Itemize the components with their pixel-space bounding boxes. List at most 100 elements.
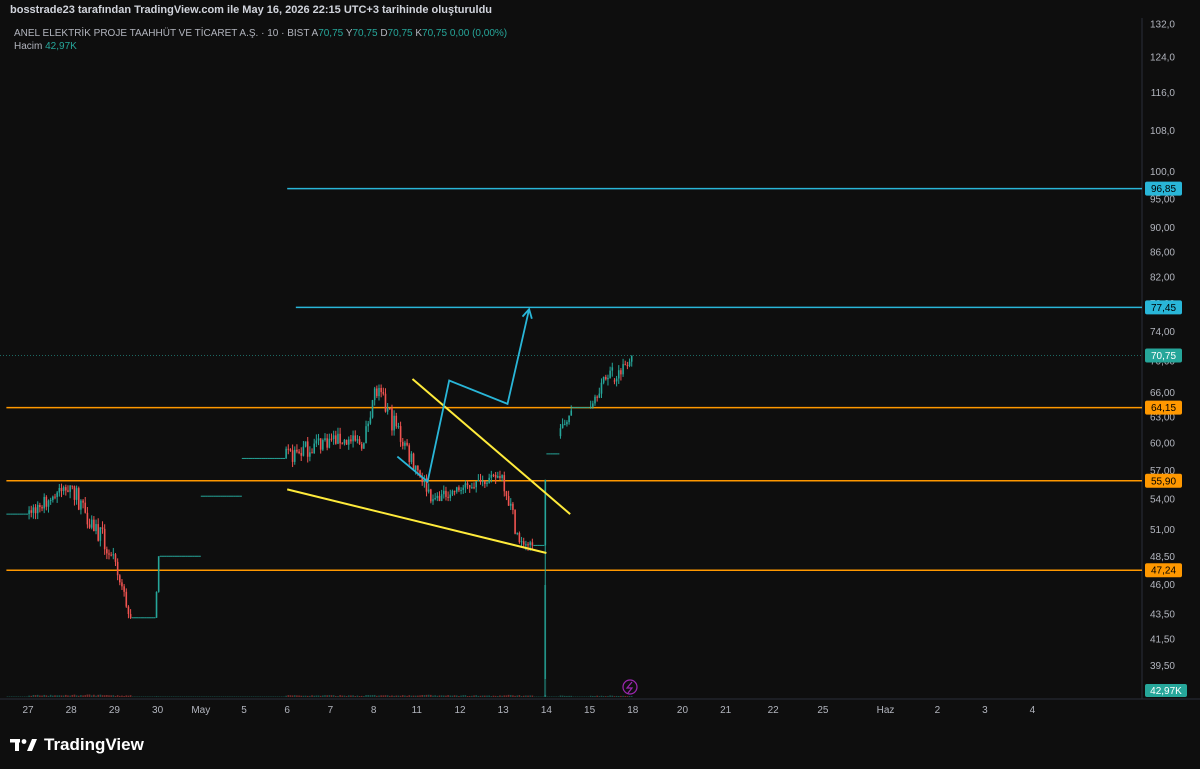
volume-bar — [127, 695, 130, 697]
volume-bar — [350, 695, 352, 697]
volume-bar — [207, 696, 210, 697]
price-candle-body — [417, 465, 419, 471]
price-tick-label: 108,0 — [1150, 126, 1175, 137]
price-candle-body — [607, 377, 609, 380]
price-tick-label: 43,50 — [1150, 610, 1175, 621]
price-candle-body — [432, 499, 434, 502]
volume-bar — [328, 695, 331, 697]
price-candle-body — [69, 485, 71, 492]
volume-bar — [140, 696, 143, 697]
volume-bar — [620, 695, 622, 697]
price-candle-body — [110, 554, 112, 556]
price-candle-body — [468, 485, 471, 488]
volume-bar — [41, 695, 43, 697]
price-candle-body — [371, 400, 374, 418]
price-candle-body — [34, 507, 37, 514]
price-candle-body — [397, 426, 400, 428]
volume-bar — [15, 696, 17, 697]
volume-bar — [520, 696, 523, 697]
price-candle-body — [378, 387, 380, 397]
volume-bar — [73, 694, 76, 697]
volume-bar — [505, 695, 508, 697]
time-tick-label: 6 — [284, 705, 290, 716]
price-tick-label: 54,00 — [1150, 495, 1175, 506]
volume-bar — [522, 695, 525, 697]
price-candle-body — [514, 509, 516, 534]
price-candle-body — [466, 483, 469, 486]
volume-bar — [211, 696, 214, 697]
price-axis[interactable]: 132,0 124,0 116,0 108,0 100,0 95,00 90,00 86,00… — [1145, 20, 1187, 697]
volume-bar — [26, 696, 28, 697]
price-candle-body — [127, 606, 130, 615]
volume-bar — [553, 696, 555, 697]
price-candle-body — [436, 495, 439, 499]
time-axis[interactable]: 27 28 29 30 May 5 6 7 8 11 12 13 14 15 18 20 21 22 25 Haz 2 3… — [22, 705, 1035, 716]
volume-bar — [227, 696, 229, 697]
price-candle-body — [501, 475, 503, 479]
price-level-badge: 64,15 — [1151, 403, 1176, 414]
volume-bar — [17, 696, 20, 697]
volume-bar — [386, 695, 389, 697]
tradingview-logo[interactable]: TradingView — [10, 735, 144, 755]
price-candle-body — [391, 408, 393, 431]
volume-bar — [330, 695, 333, 697]
price-tick-label: 95,00 — [1150, 194, 1175, 205]
volume-bar — [268, 696, 270, 697]
volume-bar — [630, 696, 633, 697]
price-candle-body — [328, 438, 331, 448]
volume-bar — [190, 696, 192, 697]
price-candle-body — [408, 445, 411, 462]
volume-bar — [566, 695, 568, 697]
volume-bar — [466, 695, 469, 697]
price-candle-body — [302, 446, 305, 456]
price-candle-body — [155, 591, 158, 618]
price-candle-body — [488, 477, 490, 483]
volume-bar — [628, 696, 631, 697]
volume-bar — [607, 696, 609, 697]
price-tick-label: 48,50 — [1150, 552, 1175, 563]
volume-bar — [613, 696, 616, 697]
price-candle-body — [484, 480, 486, 484]
volume-bar — [246, 696, 249, 697]
price-candle-body — [589, 406, 592, 408]
time-tick-label: 21 — [720, 705, 732, 716]
price-candle-body — [106, 549, 108, 554]
price-candle-body — [451, 490, 454, 495]
price-candle-body — [39, 504, 41, 508]
price-candle-body — [609, 370, 611, 378]
price-chart[interactable]: 132,0 124,0 116,0 108,0 100,0 95,00 90,00 86,00… — [0, 0, 1200, 722]
volume-bar — [67, 695, 69, 697]
volume-bar — [250, 696, 253, 697]
volume-bar — [196, 696, 199, 697]
price-candle-body — [49, 499, 52, 501]
price-candle-body — [401, 441, 404, 446]
price-candle-body — [430, 489, 432, 502]
volume-bar — [233, 696, 236, 697]
price-candle-body — [386, 408, 389, 412]
volume-bar — [183, 696, 186, 697]
volume-bar — [173, 696, 175, 697]
price-candle-body — [285, 448, 287, 459]
volume-bar — [214, 696, 216, 697]
volume-bar — [71, 694, 74, 697]
volume-bar — [408, 695, 411, 697]
volume-bar — [447, 695, 449, 697]
time-tick-label: 30 — [152, 705, 164, 716]
volume-bar — [62, 695, 65, 697]
volume-bar — [417, 695, 419, 697]
price-tick-label: 60,00 — [1150, 439, 1175, 450]
price-tick-label: 100,0 — [1150, 167, 1175, 178]
price-candle-body — [630, 355, 633, 362]
volume-bar — [302, 695, 305, 697]
price-candle-body — [80, 500, 82, 510]
price-candle-body — [373, 388, 376, 401]
volume-bar — [365, 695, 367, 697]
volume-bar — [337, 695, 339, 697]
volume-bar — [414, 695, 417, 697]
volume-bar — [304, 695, 307, 697]
volume-bar — [276, 696, 279, 697]
volume-bar — [300, 695, 303, 697]
volume-bar — [257, 696, 259, 697]
price-candle-body — [479, 480, 482, 482]
price-candle-body — [518, 533, 521, 543]
